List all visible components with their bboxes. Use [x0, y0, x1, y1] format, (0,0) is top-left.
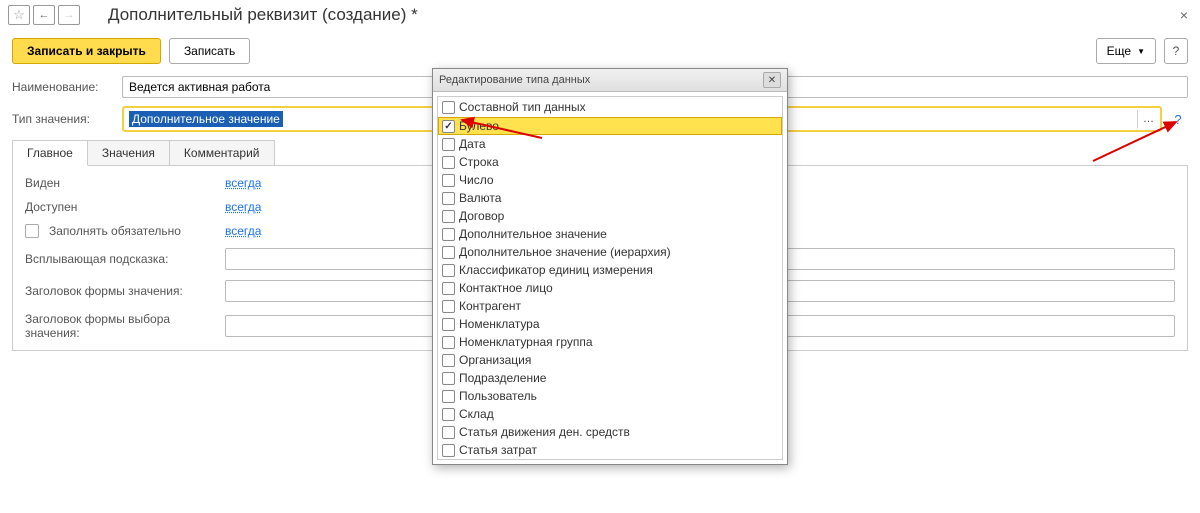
type-list-item[interactable]: Подразделение	[438, 369, 782, 387]
type-item-label: Пользователь	[459, 389, 537, 403]
help-button[interactable]: ?	[1164, 38, 1188, 64]
type-item-checkbox[interactable]	[442, 336, 455, 349]
more-button[interactable]: Еще ▼	[1096, 38, 1156, 64]
type-help-button[interactable]: ?	[1168, 112, 1188, 127]
type-list-item[interactable]: Контрагент	[438, 297, 782, 315]
fill-required-label: Заполнять обязательно	[49, 224, 181, 238]
type-item-checkbox[interactable]	[442, 444, 455, 457]
visible-label: Виден	[25, 176, 225, 190]
available-label: Доступен	[25, 200, 225, 214]
type-item-label: Число	[459, 173, 494, 187]
name-label: Наименование:	[12, 80, 122, 94]
type-value-selected: Дополнительное значение	[129, 111, 283, 127]
type-list-item[interactable]: Дата	[438, 135, 782, 153]
type-list-item[interactable]: Номенклатурная группа	[438, 333, 782, 351]
type-list-item[interactable]: Контактное лицо	[438, 279, 782, 297]
type-item-checkbox[interactable]	[442, 390, 455, 403]
type-list-item[interactable]: Валюта	[438, 189, 782, 207]
composite-label: Составной тип данных	[459, 100, 586, 114]
toolbar: Записать и закрыть Записать Еще ▼ ?	[0, 30, 1200, 72]
type-item-checkbox[interactable]	[442, 372, 455, 385]
type-item-label: Организация	[459, 353, 531, 367]
dialog-title-text: Редактирование типа данных	[439, 74, 590, 86]
type-item-checkbox[interactable]	[442, 246, 455, 259]
type-item-checkbox[interactable]	[442, 354, 455, 367]
type-item-checkbox[interactable]	[442, 174, 455, 187]
type-item-checkbox[interactable]	[442, 300, 455, 313]
type-item-label: Дата	[459, 137, 486, 151]
tooltip-label: Всплывающая подсказка:	[25, 252, 225, 266]
type-item-label: Склад	[459, 407, 494, 421]
type-item-label: Дополнительное значение (иерархия)	[459, 245, 671, 259]
type-item-label: Номенклатурная группа	[459, 335, 593, 349]
type-item-label: Классификатор единиц измерения	[459, 263, 653, 277]
type-item-checkbox[interactable]	[442, 210, 455, 223]
type-item-label: Контрагент	[459, 299, 521, 313]
type-item-label: Статья движения ден. средств	[459, 425, 630, 439]
type-list-item[interactable]: Склад	[438, 405, 782, 423]
chevron-down-icon: ▼	[1137, 47, 1145, 56]
tab-values[interactable]: Значения	[87, 140, 170, 165]
type-item-checkbox[interactable]	[442, 426, 455, 439]
type-list-item[interactable]: Пользователь	[438, 387, 782, 405]
back-button[interactable]: ←	[33, 5, 55, 25]
type-item-label: Строка	[459, 155, 499, 169]
type-item-checkbox[interactable]	[442, 156, 455, 169]
composite-type-row[interactable]: Составной тип данных	[437, 96, 783, 117]
type-ellipsis-button[interactable]: …	[1137, 110, 1159, 128]
type-item-label: Договор	[459, 209, 504, 223]
type-item-checkbox[interactable]	[442, 192, 455, 205]
visible-link[interactable]: всегда	[225, 176, 261, 190]
type-label: Тип значения:	[12, 112, 122, 126]
type-item-checkbox[interactable]	[442, 228, 455, 241]
value-choice-form-title-label: Заголовок формы выбора значения:	[25, 312, 225, 340]
type-list-item[interactable]: Организация	[438, 351, 782, 369]
fill-required-link[interactable]: всегда	[225, 224, 261, 238]
save-close-button[interactable]: Записать и закрыть	[12, 38, 161, 64]
more-label: Еще	[1107, 44, 1131, 58]
type-item-label: Подразделение	[459, 371, 546, 385]
type-item-checkbox[interactable]	[442, 138, 455, 151]
type-item-checkbox[interactable]	[442, 408, 455, 421]
available-link[interactable]: всегда	[225, 200, 261, 214]
forward-button[interactable]: →	[58, 5, 80, 25]
type-list-item[interactable]: Статья затрат	[438, 441, 782, 459]
type-item-label: Номенклатура	[459, 317, 540, 331]
type-item-checkbox[interactable]	[442, 282, 455, 295]
type-list-item[interactable]: Договор	[438, 207, 782, 225]
type-item-checkbox[interactable]	[442, 120, 455, 133]
titlebar: ☆ ← → Дополнительный реквизит (создание)…	[0, 0, 1200, 30]
type-list: Булево Дата Строка Число Валюта Договор Дополн…	[437, 117, 783, 460]
type-list-item[interactable]: Статья движения ден. средств	[438, 423, 782, 441]
type-list-item[interactable]: Номенклатура	[438, 315, 782, 333]
type-item-label: Статья затрат	[459, 443, 537, 457]
type-list-item[interactable]: Строка	[438, 153, 782, 171]
type-list-item[interactable]: Число	[438, 171, 782, 189]
fill-required-checkbox[interactable]	[25, 224, 39, 238]
type-list-item[interactable]: Дополнительное значение (иерархия)	[438, 243, 782, 261]
dialog-titlebar: Редактирование типа данных ✕	[433, 69, 787, 92]
type-list-item[interactable]: Булево	[438, 117, 782, 135]
save-button[interactable]: Записать	[169, 38, 250, 64]
favorite-button[interactable]: ☆	[8, 5, 30, 25]
type-list-item[interactable]: Дополнительное значение	[438, 225, 782, 243]
type-list-item[interactable]: Классификатор единиц измерения	[438, 261, 782, 279]
page-title: Дополнительный реквизит (создание) *	[108, 5, 418, 25]
type-item-checkbox[interactable]	[442, 264, 455, 277]
dialog-close-button[interactable]: ✕	[763, 72, 781, 88]
type-item-label: Булево	[459, 119, 499, 133]
type-editor-dialog: Редактирование типа данных ✕ Составной т…	[432, 68, 788, 465]
close-button[interactable]: ×	[1176, 7, 1192, 23]
type-item-label: Валюта	[459, 191, 501, 205]
value-form-title-label: Заголовок формы значения:	[25, 284, 225, 298]
composite-checkbox[interactable]	[442, 101, 455, 114]
tab-main[interactable]: Главное	[12, 140, 88, 166]
type-item-checkbox[interactable]	[442, 318, 455, 331]
type-item-label: Дополнительное значение	[459, 227, 607, 241]
type-item-label: Контактное лицо	[459, 281, 553, 295]
tab-comment[interactable]: Комментарий	[169, 140, 275, 165]
